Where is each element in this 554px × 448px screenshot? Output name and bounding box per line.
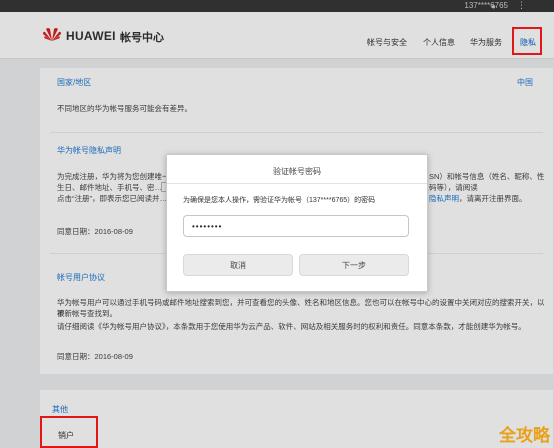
close-account-highlight-box: [40, 416, 98, 448]
privacy-highlight-box: [512, 27, 542, 55]
more-icon[interactable]: ⋮: [517, 0, 526, 11]
password-input[interactable]: [183, 215, 409, 237]
account-number: 137****6765: [464, 1, 508, 10]
dialog-prompt: 为确保是您本人操作，需验证华为帐号（137****6765）的密码: [183, 197, 376, 204]
dialog-divider: [167, 183, 427, 184]
next-button[interactable]: 下一步: [299, 254, 409, 276]
top-strip: ● 137****6765 ⋮: [0, 0, 554, 12]
cancel-button[interactable]: 取消: [183, 254, 293, 276]
verify-password-dialog: 验证帐号密码 为确保是您本人操作，需验证华为帐号（137****6765）的密码…: [166, 154, 428, 292]
dialog-title: 验证帐号密码: [273, 167, 321, 176]
watermark-text: 全攻略: [499, 426, 550, 446]
